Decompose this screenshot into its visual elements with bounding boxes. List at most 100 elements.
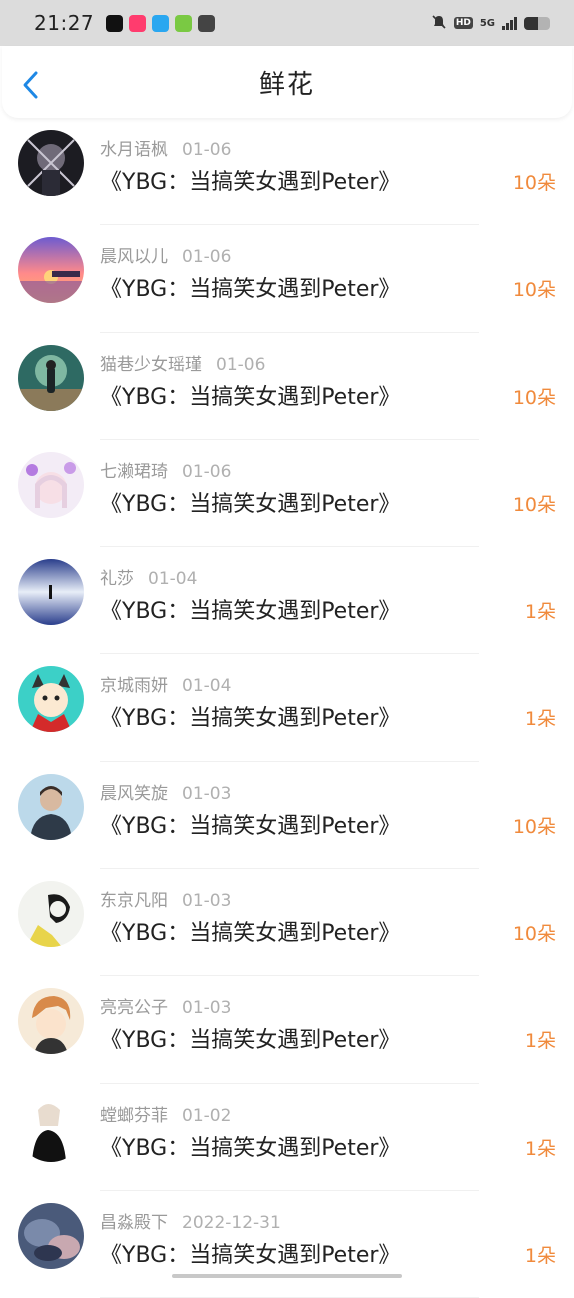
work-title: 《YBG：当搞笑女遇到Peter》 (100, 1028, 401, 1054)
list-item[interactable]: 晨风笑旋 01-03 《YBG：当搞笑女遇到Peter》 10朵 (0, 762, 574, 870)
flower-amount: 1朵 (524, 1137, 556, 1160)
avatar[interactable] (18, 344, 84, 411)
flower-amount: 10朵 (512, 279, 556, 302)
hd-icon: HD (453, 17, 473, 29)
donor-meta: 礼莎 01-04 (100, 564, 197, 589)
gift-date: 01-06 (182, 461, 232, 482)
work-title: 《YBG：当搞笑女遇到Peter》 (100, 706, 401, 732)
mute-bell-icon (431, 14, 447, 33)
gift-date: 2022-12-31 (182, 1212, 281, 1233)
flower-amount: 10朵 (512, 493, 556, 516)
donor-name: 东京凡阳 (100, 891, 168, 912)
sunset-sea-avatar (18, 237, 84, 304)
work-title: 《YBG：当搞笑女遇到Peter》 (100, 491, 401, 517)
list-item[interactable]: 晨风以儿 01-06 《YBG：当搞笑女遇到Peter》 10朵 (0, 225, 574, 333)
flower-amount: 1朵 (524, 708, 556, 731)
list-item[interactable]: 亮亮公子 01-03 《YBG：当搞笑女遇到Peter》 1朵 (0, 976, 574, 1084)
gift-date: 01-03 (182, 998, 232, 1019)
donor-name: 猫巷少女瑶瑾 (100, 354, 202, 375)
status-right: HD 5G (431, 14, 550, 33)
mail-icon (198, 14, 216, 32)
flower-amount: 10朵 (512, 172, 556, 194)
donor-meta: 七濑珺琦 01-06 (100, 457, 231, 482)
anime-figure-white-avatar (18, 1095, 84, 1162)
list-item[interactable]: 东京凡阳 01-03 《YBG：当搞笑女遇到Peter》 10朵 (0, 869, 574, 977)
donor-meta: 京城雨妍 01-04 (100, 671, 231, 696)
avatar[interactable] (18, 773, 84, 840)
notification-app-icons (106, 14, 216, 32)
status-bar: 21:27 HD 5G (0, 0, 574, 46)
round-app-icon (175, 14, 193, 32)
flower-amount: 1朵 (524, 601, 556, 624)
work-title: 《YBG：当搞笑女遇到Peter》 (100, 1135, 401, 1161)
flower-amount: 10朵 (512, 815, 556, 838)
reflection-lake-avatar (18, 559, 84, 626)
donor-name: 礼莎 (100, 569, 134, 590)
gift-date: 01-06 (216, 354, 266, 375)
gift-date: 01-06 (182, 247, 232, 268)
donor-meta: 东京凡阳 01-03 (100, 886, 231, 911)
work-title: 《YBG：当搞笑女遇到Peter》 (100, 384, 401, 410)
flower-amount: 1朵 (524, 1244, 556, 1267)
blurred-photo-avatar (18, 1202, 84, 1269)
donor-name: 晨风以儿 (100, 247, 168, 268)
avatar[interactable] (18, 130, 84, 196)
list-item[interactable]: 京城雨妍 01-04 《YBG：当搞笑女遇到Peter》 1朵 (0, 654, 574, 762)
page-title: 鲜花 (258, 69, 315, 100)
avatar[interactable] (18, 988, 84, 1055)
avatar[interactable] (18, 451, 84, 518)
donor-name: 水月语枫 (100, 140, 168, 160)
girl-in-landscape-avatar (18, 344, 84, 411)
list-item[interactable]: 礼莎 01-04 《YBG：当搞笑女遇到Peter》 1朵 (0, 547, 574, 655)
qq-browser-icon (152, 14, 170, 32)
donor-name: 螳螂芬菲 (100, 1105, 168, 1126)
flower-gift-list: 水月语枫 01-06 《YBG：当搞笑女遇到Peter》 10朵 晨风以儿 01-06 《Y… (0, 118, 574, 1298)
gift-date: 01-04 (182, 676, 232, 697)
shopping-app-icon (129, 14, 147, 32)
cartoon-devil-avatar (18, 666, 84, 733)
work-title: 《YBG：当搞笑女遇到Peter》 (100, 170, 401, 195)
back-icon[interactable] (20, 70, 44, 100)
donor-name: 晨风笑旋 (100, 783, 168, 804)
signal-icon (502, 16, 517, 30)
work-title: 《YBG：当搞笑女遇到Peter》 (100, 813, 401, 839)
donor-name: 昌淼殿下 (100, 1212, 168, 1233)
donor-name: 京城雨妍 (100, 676, 168, 697)
home-indicator[interactable] (172, 1274, 402, 1278)
list-item[interactable]: 昌淼殿下 2022-12-31 《YBG：当搞笑女遇到Peter》 1朵 (0, 1191, 574, 1298)
work-title: 《YBG：当搞笑女遇到Peter》 (100, 277, 401, 303)
avatar[interactable] (18, 1202, 84, 1269)
donor-meta: 晨风笑旋 01-03 (100, 779, 231, 804)
donor-meta: 晨风以儿 01-06 (100, 242, 231, 267)
list-item[interactable]: 螳螂芬菲 01-02 《YBG：当搞笑女遇到Peter》 1朵 (0, 1084, 574, 1191)
work-title: 《YBG：当搞笑女遇到Peter》 (100, 599, 401, 625)
avatar[interactable] (18, 1095, 84, 1162)
list-item[interactable]: 猫巷少女瑶瑾 01-06 《YBG：当搞笑女遇到Peter》 10朵 (0, 333, 574, 440)
avatar[interactable] (18, 666, 84, 733)
man-portrait-avatar (18, 773, 84, 840)
sketch-yellow-avatar (18, 881, 84, 948)
battery-icon (524, 16, 550, 30)
gift-date: 01-06 (182, 140, 232, 160)
gift-date: 01-03 (182, 783, 232, 804)
avatar[interactable] (18, 237, 84, 304)
top-nav-bar: 鲜花 (2, 46, 572, 118)
list-item[interactable]: 七濑珺琦 01-06 《YBG：当搞笑女遇到Peter》 10朵 (0, 440, 574, 548)
work-title: 《YBG：当搞笑女遇到Peter》 (100, 1242, 401, 1268)
flower-amount: 1朵 (524, 1030, 556, 1053)
network-type: 5G (479, 17, 495, 29)
status-time: 21:27 (34, 11, 95, 35)
flower-amount: 10朵 (512, 386, 556, 409)
donor-meta: 水月语枫 01-06 (100, 135, 231, 160)
work-title: 《YBG：当搞笑女遇到Peter》 (100, 921, 401, 947)
avatar[interactable] (18, 881, 84, 948)
flower-amount: 10朵 (512, 923, 556, 946)
anime-boy-avatar (18, 988, 84, 1055)
dark-abstract-avatar (18, 130, 84, 196)
avatar[interactable] (18, 559, 84, 626)
donor-meta: 螳螂芬菲 01-02 (100, 1101, 231, 1126)
anime-girl-purple-avatar (18, 451, 84, 518)
donor-name: 亮亮公子 (100, 998, 168, 1019)
donor-meta: 昌淼殿下 2022-12-31 (100, 1208, 281, 1233)
list-item[interactable]: 水月语枫 01-06 《YBG：当搞笑女遇到Peter》 10朵 (0, 118, 574, 226)
